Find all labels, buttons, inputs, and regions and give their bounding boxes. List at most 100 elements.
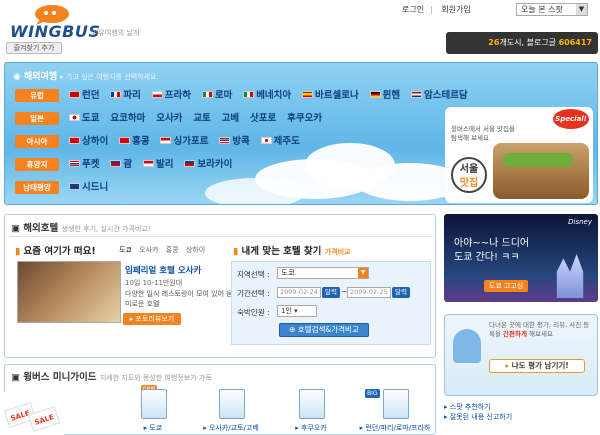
city-name: 요코하마	[110, 113, 146, 124]
city-link[interactable]: 요코하마	[110, 112, 145, 125]
guidebook-icon	[141, 389, 167, 419]
city-link[interactable]: 후쿠오카	[287, 112, 322, 125]
castle-icon	[556, 254, 584, 298]
singapore-flag-icon	[160, 137, 172, 144]
guide-item[interactable]: ▸ 도쿄	[123, 387, 183, 433]
city-link[interactable]: 뮌헨	[369, 89, 400, 102]
finder-hint: 가격비교	[324, 248, 351, 256]
guide-item[interactable]: ▸ 오사카/교토/고베	[201, 387, 261, 433]
leave-review-button[interactable]: ▸ 나도 평가 남기기!	[489, 359, 585, 373]
special-badge: Special!	[553, 109, 589, 129]
guide-item[interactable]: ▸ 런던/파리/로마/프라하	[355, 387, 435, 433]
city-link[interactable]: 싱가포르	[160, 135, 208, 148]
tab-hongkong[interactable]: 홍콩	[166, 246, 179, 254]
seoul-restaurant-promo[interactable]: Special! 윙버스에서 서울 맛집을 탐색해 보세요 서울 맛집	[445, 107, 593, 203]
hotel-subtitle: 생생한 후기, 실시간 가격비교!	[61, 225, 151, 233]
netherlands-flag-icon	[410, 91, 422, 98]
photo-review-button[interactable]: ▸ 포토리뷰보기	[123, 313, 181, 325]
hotel-photo[interactable]	[17, 261, 121, 323]
bullet-icon: ▮	[15, 246, 24, 257]
hotel-description: 다양한 일식 레스토랑이 모여 있어 음미로운 호텔	[125, 290, 233, 308]
city-name: 발리	[155, 159, 174, 170]
checkin-input[interactable]: 2009-02-24	[277, 287, 321, 298]
italy-flag-icon	[243, 91, 255, 98]
city-name: 고베	[221, 113, 240, 124]
login-link[interactable]: 로그인	[402, 5, 424, 14]
city-link[interactable]: 고베	[222, 112, 239, 125]
city-link[interactable]: 바르셀로나	[302, 89, 359, 102]
city-link[interactable]: 삿포로	[250, 112, 276, 125]
overseas-hotel-panel: ▣ 해외호텔 생생한 후기, 실시간 가격비교! ▮ 요즘 여기가 떠요! 도쿄…	[4, 214, 436, 358]
city-list: 상하이 홍콩 싱가포르 방콕 제주도	[69, 135, 308, 148]
guests-select[interactable]: 1인 ▾	[277, 305, 317, 317]
city-link[interactable]: 푸켓	[69, 158, 99, 171]
guidebook-icon	[219, 389, 245, 419]
recommend-spot-label: 스팟 추천하기	[449, 403, 491, 411]
city-link[interactable]: 파리	[110, 89, 141, 102]
chevron-down-icon: ▼	[576, 4, 587, 15]
city-name: 로마	[214, 90, 233, 101]
disney-ad-banner[interactable]: Disney 아야~~나 드디어 도쿄 간다! ㅋㅋ 도쿄 고고싱	[444, 214, 598, 302]
city-name: 상하이	[82, 136, 109, 147]
city-link[interactable]: 제주도	[260, 135, 300, 148]
city-name: 제주도	[273, 136, 300, 147]
city-link[interactable]: 로마	[201, 89, 233, 102]
travel-subtitle: ▸ 가고 싶은 여행지를 선택하세요.	[60, 73, 159, 81]
recent-spots-select[interactable]: 오늘 본 스팟 ▼	[516, 3, 588, 16]
hotel-price-info: 10일 10-11만원대	[125, 279, 183, 287]
city-link[interactable]: 시드니	[69, 181, 108, 194]
city-name: 후쿠오카	[287, 113, 323, 124]
guests-label: 숙박인원 :	[237, 308, 270, 317]
city-tabs: 도쿄 오사카 홍콩 상하이	[119, 245, 210, 255]
guide-item[interactable]: ▸ 후쿠오카	[281, 387, 341, 433]
region-tag: 일본	[15, 112, 59, 125]
search-compare-button[interactable]: ⊕ 호텔검색&가격비교	[279, 323, 369, 337]
city-link[interactable]: 상하이	[69, 135, 108, 148]
tab-tokyo[interactable]: 도쿄	[119, 246, 132, 254]
city-link[interactable]: 홍콩	[119, 135, 150, 148]
hotel-name-link[interactable]: 임페리얼 호텔 오사카	[125, 264, 201, 276]
city-link[interactable]: 방콕	[219, 135, 250, 148]
guide-heading: ▣ 윙버스 미니가이드 지세한 지도와 풍성한 여행정보가 가득	[11, 369, 212, 383]
city-link[interactable]: 프라하	[151, 89, 191, 102]
italy-flag-icon	[201, 91, 213, 98]
tab-osaka[interactable]: 오사카	[139, 246, 158, 254]
guide-item-name: 런던/파리/로마/프라하	[365, 424, 431, 432]
city-link[interactable]: 보라카이	[184, 158, 232, 171]
indonesia-flag-icon	[142, 160, 154, 167]
city-link[interactable]: 괌	[110, 158, 132, 171]
city-link[interactable]: 베네치아	[243, 89, 291, 102]
link-separator: |	[430, 5, 433, 14]
trending-title-text: 요즘 여기가 떠요!	[23, 246, 96, 257]
add-favorite-button[interactable]: 즐겨찾기 추가	[6, 42, 62, 54]
tab-shanghai[interactable]: 상하이	[186, 246, 205, 254]
guide-item-label: ▸ 후쿠오카	[295, 424, 327, 432]
report-error-link[interactable]: ▸ 잘못된 내용 신고하기	[444, 412, 522, 422]
logo[interactable]: WINGBUS 지유여행의 날개	[6, 2, 166, 41]
disney-logo: Disney	[568, 218, 592, 226]
city-link[interactable]: 오사카	[156, 112, 182, 125]
ticker-text: 개도시, 블로그글	[499, 38, 559, 47]
promo-text: 윙버스에서 서울 맛집을 탐색해 보세요	[451, 125, 515, 142]
checkin-calendar-button[interactable]: 달력	[322, 287, 340, 298]
city-link[interactable]: 교토	[193, 112, 210, 125]
guide-title: 윙버스 미니가이드	[23, 372, 97, 383]
signup-link[interactable]: 회원가입	[441, 5, 470, 14]
city-name: 괌	[123, 159, 133, 170]
destination-select[interactable]: 도쿄 ▼	[277, 267, 369, 279]
recommend-spot-link[interactable]: ▸ 스팟 추천하기	[444, 402, 501, 412]
region-tag: 아시아	[15, 135, 59, 148]
book-icon: ▣	[11, 372, 24, 383]
city-link[interactable]: 런던	[69, 89, 99, 102]
city-list: 시드니	[69, 181, 116, 194]
guidebook-icon	[299, 389, 325, 419]
guide-subtitle: 지세한 지도와 풍성한 여행정보가 가득	[99, 374, 212, 382]
city-link[interactable]: 발리	[142, 158, 174, 171]
city-link[interactable]: 도쿄	[69, 112, 99, 125]
guide-item-label: ▸ 런던/파리/로마/프라하	[359, 424, 431, 432]
checkout-calendar-button[interactable]: 달력	[392, 287, 410, 298]
city-link[interactable]: 암스테르담	[410, 89, 468, 102]
ad-cta-button[interactable]: 도쿄 고고싱	[484, 280, 528, 292]
travel-subtitle-text: 가고 싶은 여행지를 선택하세요.	[66, 73, 159, 81]
checkout-input[interactable]: 2009-02-25	[347, 287, 391, 298]
